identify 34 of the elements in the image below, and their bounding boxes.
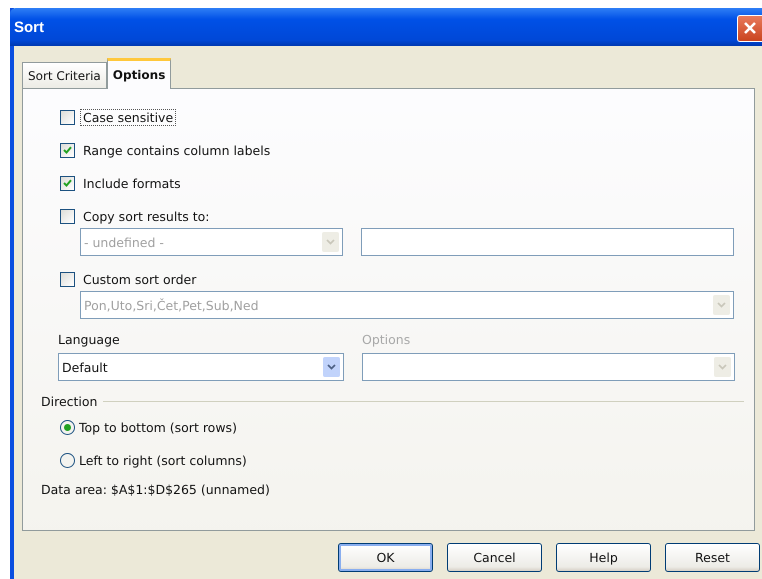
close-button[interactable] <box>737 14 762 42</box>
radio-button[interactable] <box>60 452 75 468</box>
tab[interactable]: Options <box>106 58 172 89</box>
checkbox[interactable] <box>60 176 75 190</box>
dialog-button[interactable]: Cancel <box>447 543 542 572</box>
radio-button[interactable] <box>60 420 75 434</box>
checkbox-label[interactable]: Include formats <box>80 174 184 192</box>
direction-heading: Direction <box>41 394 98 409</box>
options-label: Options <box>362 332 412 347</box>
dialog-button[interactable]: Help <box>556 543 651 572</box>
checkbox[interactable] <box>60 208 75 224</box>
dropdown-value: Default <box>62 360 108 374</box>
dropdown-value: Pon,Uto,Sri,Čet,Pet,Sub,Ned <box>84 298 259 312</box>
checkmark-icon <box>63 146 72 154</box>
tab[interactable]: Sort Criteria <box>22 62 107 88</box>
checkbox[interactable] <box>60 272 75 286</box>
input-field[interactable] <box>361 228 734 256</box>
dropdown[interactable]: Default <box>58 353 344 381</box>
checkmark-icon <box>63 179 72 187</box>
data-area-text: Data area: $A$1:$D$265 (unnamed) <box>41 482 271 497</box>
checkbox[interactable] <box>60 110 75 124</box>
checkbox-label[interactable]: Case sensitive <box>80 108 176 126</box>
dialog-button[interactable]: OK <box>338 543 433 572</box>
checkbox-label[interactable]: Copy sort results to: <box>80 208 212 224</box>
radio-label[interactable]: Top to bottom (sort rows) <box>79 420 237 434</box>
dropdown-value: - undefined - <box>84 234 164 250</box>
window-title: Sort <box>14 18 44 36</box>
checkbox[interactable] <box>60 142 75 158</box>
language-label: Language <box>58 332 121 347</box>
radio-label[interactable]: Left to right (sort columns) <box>79 452 247 468</box>
checkbox-label[interactable]: Custom sort order <box>80 270 200 288</box>
dialog-button[interactable]: Reset <box>665 543 760 572</box>
checkbox-label[interactable]: Range contains column labels <box>80 142 274 158</box>
close-icon <box>743 21 757 35</box>
